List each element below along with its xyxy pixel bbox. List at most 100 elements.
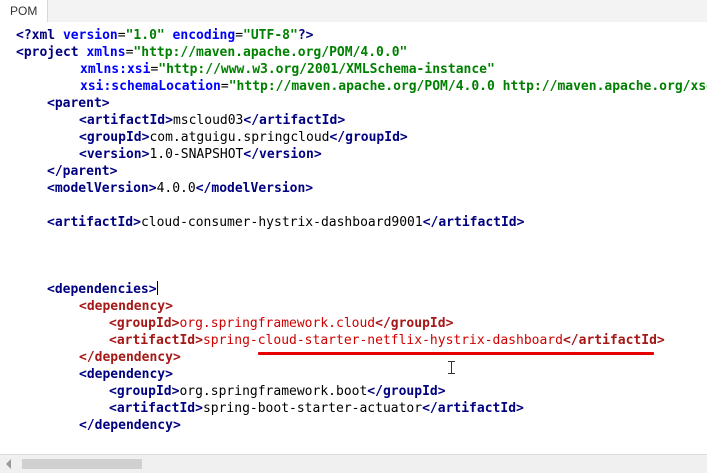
token: < bbox=[47, 215, 55, 230]
token: </ bbox=[329, 130, 346, 145]
token: groupId bbox=[86, 130, 142, 145]
token: </ bbox=[243, 147, 260, 162]
token: groupId bbox=[345, 130, 400, 145]
token: > bbox=[516, 401, 524, 416]
token: "UTF-8" bbox=[243, 28, 298, 43]
token: cloud-consumer-hystrix-dashboard9001 bbox=[140, 215, 423, 230]
token: 4.0.0 bbox=[156, 181, 196, 196]
code-line-8: <version>1.0-SNAPSHOT</version> bbox=[79, 146, 322, 163]
editor-tab-bar: POM bbox=[0, 0, 707, 23]
token: modelVersion bbox=[54, 181, 149, 196]
code-line-23: <artifactId > spring-boot-starter-actuator… bbox=[109, 400, 524, 417]
token: < bbox=[47, 96, 55, 111]
token: < bbox=[79, 130, 87, 145]
token: "http://maven.apache.org/POM/4.0.0" bbox=[133, 45, 408, 60]
token: parent bbox=[54, 96, 102, 111]
token: > bbox=[101, 96, 110, 111]
token: xmlns bbox=[78, 45, 126, 60]
code-line-16: <dependencies> bbox=[47, 281, 158, 298]
token: < bbox=[47, 282, 55, 297]
token: < bbox=[79, 113, 87, 128]
token: < bbox=[79, 367, 87, 382]
token: </ bbox=[422, 215, 439, 230]
token: groupId bbox=[116, 316, 172, 331]
code-line-18: <groupId>org.springframework.cloud</grou… bbox=[109, 315, 453, 332]
token: version bbox=[86, 147, 142, 162]
token: < bbox=[109, 401, 117, 416]
token: artifactId bbox=[259, 113, 338, 128]
token: ?> bbox=[297, 28, 314, 43]
token: = bbox=[220, 79, 229, 94]
code-line-4: xsi:schemaLocation="http://maven.apache.… bbox=[80, 78, 707, 95]
token: > bbox=[165, 299, 173, 314]
token: < bbox=[79, 299, 87, 314]
token: org.springframework.boot bbox=[179, 384, 368, 399]
token: = bbox=[117, 28, 126, 43]
token: "http://www.w3.org/2001/XMLSchema-instan… bbox=[158, 62, 495, 77]
token: < bbox=[79, 147, 87, 162]
scroll-left-arrow-icon[interactable] bbox=[6, 459, 11, 469]
tab-pom[interactable]: POM bbox=[0, 0, 49, 22]
mouse-ibeam-cursor-icon bbox=[448, 361, 455, 374]
code-line-17: <dependency> bbox=[79, 298, 173, 315]
token: xmlns:xsi bbox=[80, 62, 151, 77]
token: xml bbox=[31, 28, 56, 43]
scrollbar-thumb[interactable] bbox=[22, 459, 142, 469]
token: artifactId bbox=[116, 333, 196, 348]
code-line-9: </parent> bbox=[47, 163, 117, 180]
token: artifactId bbox=[116, 401, 196, 416]
token: spring-cloud-starter-netflix-hystrix-das… bbox=[202, 333, 563, 348]
token: > bbox=[165, 113, 173, 128]
text-caret bbox=[156, 281, 158, 295]
token: < bbox=[109, 384, 117, 399]
token: < bbox=[109, 316, 117, 331]
code-line-22: <groupId>org.springframework.boot</group… bbox=[109, 383, 446, 400]
token: mscloud03 bbox=[172, 113, 244, 128]
token: dependency bbox=[94, 350, 173, 365]
token: encoding bbox=[164, 28, 236, 43]
code-line-5: <parent> bbox=[47, 95, 110, 112]
token: </ bbox=[195, 181, 212, 196]
horizontal-scrollbar[interactable] bbox=[0, 454, 707, 473]
token: dependencies bbox=[54, 282, 149, 297]
code-line-20: </dependency> bbox=[79, 349, 181, 366]
token: > bbox=[148, 181, 157, 196]
token: artifactId bbox=[54, 215, 134, 230]
token: modelVersion bbox=[211, 181, 306, 196]
token: > bbox=[109, 164, 118, 179]
token: dependency bbox=[86, 299, 166, 314]
token: </ bbox=[47, 164, 63, 179]
token: > bbox=[656, 333, 665, 348]
token: > bbox=[516, 215, 525, 230]
token: "http://maven.apache.org/POM/4.0.0 http:… bbox=[228, 79, 707, 94]
token: artifactId bbox=[578, 333, 657, 348]
code-line-7: <groupId>com.atguigu.springcloud</groupI… bbox=[79, 129, 408, 146]
token: > bbox=[445, 316, 454, 331]
token: parent bbox=[62, 164, 110, 179]
token: com.atguigu.springcloud bbox=[149, 130, 330, 145]
token: </ bbox=[367, 384, 383, 399]
token: < bbox=[109, 333, 117, 348]
token: > bbox=[337, 113, 346, 128]
code-line-2: <project xmlns="http://maven.apache.org/… bbox=[16, 44, 407, 61]
token: xsi:schemaLocation bbox=[80, 79, 221, 94]
token: </ bbox=[375, 316, 391, 331]
code-line-3: xmlns:xsi="http://www.w3.org/2001/XMLSch… bbox=[80, 61, 495, 78]
token: > bbox=[399, 130, 408, 145]
token: > bbox=[305, 181, 314, 196]
token: > bbox=[133, 215, 141, 230]
code-line-1: <?xml version="1.0" encoding="UTF-8"?> bbox=[16, 27, 313, 44]
token: version bbox=[259, 147, 314, 162]
token: org.springframework.cloud bbox=[179, 316, 376, 331]
code-line-21: <dependency> bbox=[79, 366, 173, 383]
token: artifactId bbox=[438, 215, 517, 230]
token: artifactId bbox=[86, 113, 166, 128]
token: 1.0-SNAPSHOT bbox=[149, 147, 244, 162]
red-annotation-underline bbox=[258, 352, 654, 355]
xml-editor[interactable]: <?xml version="1.0" encoding="UTF-8"?> <… bbox=[0, 22, 707, 454]
token: version bbox=[55, 28, 118, 43]
token: "1.0" bbox=[125, 28, 165, 43]
code-line-19: <artifactId>spring-cloud-starter-netflix… bbox=[109, 332, 665, 349]
token: > bbox=[195, 333, 203, 348]
token: spring-boot-starter-actuator bbox=[202, 401, 423, 416]
